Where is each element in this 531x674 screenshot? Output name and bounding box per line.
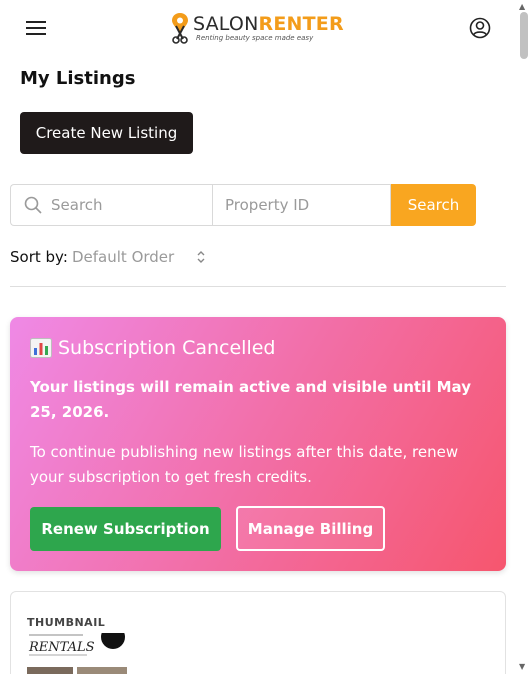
svg-text:RENTALS: RENTALS <box>28 640 95 655</box>
top-header: SALONRENTER Renting beauty space made ea… <box>0 0 516 58</box>
bar-chart-icon <box>30 338 52 358</box>
divider <box>10 286 506 287</box>
manage-billing-button[interactable]: Manage Billing <box>236 506 385 551</box>
renew-subscription-button[interactable]: Renew Subscription <box>30 507 221 551</box>
scroll-up-arrow-icon[interactable]: ▲ <box>519 2 525 11</box>
search-input[interactable] <box>51 185 211 225</box>
search-icon <box>24 196 42 214</box>
sort-label: Sort by: <box>10 248 68 266</box>
subscription-active-until-text: Your listings will remain active and vis… <box>30 378 471 421</box>
scrollbar-thumb[interactable] <box>520 12 528 59</box>
subscription-title: Subscription Cancelled <box>30 337 276 359</box>
thumbnail-column-header: THUMBNAIL <box>27 616 106 629</box>
vertical-scrollbar[interactable]: ▲ ▼ <box>516 0 531 674</box>
create-new-listing-button[interactable]: Create New Listing <box>20 112 193 154</box>
page-title: My Listings <box>20 68 136 89</box>
property-id-input[interactable] <box>212 184 391 226</box>
search-button[interactable]: Search <box>391 184 476 226</box>
logo-wordmark: SALONRENTER <box>193 13 344 35</box>
scroll-down-arrow-icon[interactable]: ▼ <box>519 662 525 671</box>
select-arrows-icon <box>197 251 205 263</box>
subscription-cancelled-card: Subscription Cancelled Your listings wil… <box>10 317 506 571</box>
hamburger-menu-icon[interactable] <box>26 21 46 35</box>
salonrenter-logo[interactable]: SALONRENTER Renting beauty space made ea… <box>170 12 350 46</box>
user-account-icon[interactable] <box>469 17 491 39</box>
sort-selected-value: Default Order <box>72 248 175 266</box>
listing-thumbnail-image[interactable]: RENTALS <box>27 633 127 674</box>
subscription-renew-info-text: To continue publishing new listings afte… <box>30 443 459 486</box>
listing-card: THUMBNAIL RENTALS <box>10 591 506 674</box>
search-field[interactable] <box>10 184 213 226</box>
scissors-pin-icon <box>172 13 188 44</box>
subscription-title-text: Subscription Cancelled <box>58 337 276 359</box>
logo-tagline: Renting beauty space made easy <box>196 34 314 42</box>
sort-order-select[interactable]: Default Order <box>72 248 212 268</box>
